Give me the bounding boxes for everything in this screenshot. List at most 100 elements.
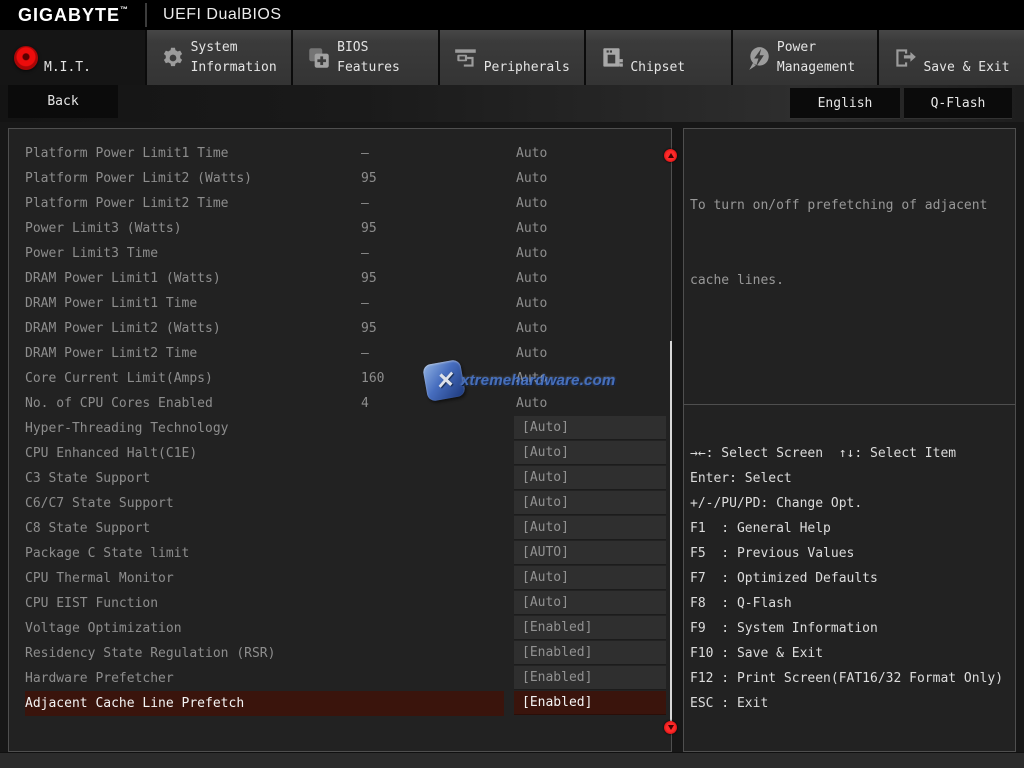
setting-label: Voltage Optimization xyxy=(25,616,504,641)
tab-power-management[interactable]: PowerManagement xyxy=(733,30,878,85)
tab-mit[interactable]: M.I.T. xyxy=(0,30,145,85)
setting-default-value: Auto xyxy=(516,316,547,341)
setting-label: C8 State Support xyxy=(25,516,504,541)
setting-label: Platform Power Limit2 (Watts) xyxy=(25,166,504,191)
qflash-button[interactable]: Q-Flash xyxy=(904,88,1012,119)
setting-value-box[interactable]: [Auto] xyxy=(514,566,666,590)
tab-chipset[interactable]: Chipset xyxy=(586,30,731,85)
setting-value-box[interactable]: [Enabled] xyxy=(514,666,666,690)
key-legend-line: F9 : System Information xyxy=(690,616,1013,641)
setting-current-value: 95 xyxy=(361,266,377,291)
setting-value-box[interactable]: [Enabled] xyxy=(514,691,666,715)
setting-label: C3 State Support xyxy=(25,466,504,491)
divider xyxy=(684,404,1015,405)
setting-label: CPU EIST Function xyxy=(25,591,504,616)
setting-value-box[interactable]: [Auto] xyxy=(514,466,666,490)
setting-default-value: Auto xyxy=(516,216,547,241)
main-menu-tabs: M.I.T. SystemInformation BIOSFeatures xyxy=(0,30,1024,85)
back-button[interactable]: Back xyxy=(8,85,118,118)
mit-indicator-icon xyxy=(8,30,44,85)
setting-row[interactable]: Power Limit3 (Watts)95Auto xyxy=(9,216,671,241)
setting-current-value: – xyxy=(361,291,369,316)
setting-label: Residency State Regulation (RSR) xyxy=(25,641,504,666)
tab-peripherals[interactable]: Peripherals xyxy=(440,30,585,85)
setting-row[interactable]: Core Current Limit(Amps)160Auto xyxy=(9,366,671,391)
setting-row[interactable]: CPU Thermal Monitor [Auto] xyxy=(9,566,671,591)
tab-label: Peripherals xyxy=(484,58,570,85)
setting-label: CPU Thermal Monitor xyxy=(25,566,504,591)
setting-value-box[interactable]: [Auto] xyxy=(514,591,666,615)
setting-default-value: Auto xyxy=(516,191,547,216)
setting-value-box[interactable]: [Auto] xyxy=(514,491,666,515)
setting-row[interactable]: C3 State Support [Auto] xyxy=(9,466,671,491)
setting-row[interactable]: No. of CPU Cores Enabled4Auto xyxy=(9,391,671,416)
setting-row[interactable]: Platform Power Limit2 (Watts)95Auto xyxy=(9,166,671,191)
setting-label: Platform Power Limit2 Time xyxy=(25,191,504,216)
setting-label: DRAM Power Limit2 Time xyxy=(25,341,504,366)
setting-row[interactable]: CPU Enhanced Halt(C1E) [Auto] xyxy=(9,441,671,466)
setting-label: Hyper-Threading Technology xyxy=(25,416,504,441)
setting-row[interactable]: DRAM Power Limit1 (Watts)95Auto xyxy=(9,266,671,291)
key-legend-line: +/-/PU/PD: Change Opt. xyxy=(690,491,1013,516)
setting-current-value: 95 xyxy=(361,316,377,341)
bios-features-icon xyxy=(301,30,337,85)
tab-save-exit[interactable]: Save & Exit xyxy=(879,30,1024,85)
setting-row[interactable]: Platform Power Limit2 Time–Auto xyxy=(9,191,671,216)
gear-icon xyxy=(155,30,191,85)
setting-current-value: – xyxy=(361,241,369,266)
settings-panel: Platform Power Limit1 Time–AutoPlatform … xyxy=(8,128,672,752)
setting-row[interactable]: DRAM Power Limit1 Time–Auto xyxy=(9,291,671,316)
setting-value-box[interactable]: [Auto] xyxy=(514,416,666,440)
tab-label: M.I.T. xyxy=(44,58,91,85)
setting-row[interactable]: Platform Power Limit1 Time–Auto xyxy=(9,141,671,166)
setting-row[interactable]: CPU EIST Function [Auto] xyxy=(9,591,671,616)
key-legend-line: F1 : General Help xyxy=(690,516,1013,541)
key-legend-line: Enter: Select xyxy=(690,466,1013,491)
scroll-down-icon[interactable] xyxy=(664,721,677,734)
setting-row[interactable]: DRAM Power Limit2 (Watts)95Auto xyxy=(9,316,671,341)
content-area: Platform Power Limit1 Time–AutoPlatform … xyxy=(0,122,1024,768)
setting-row[interactable]: DRAM Power Limit2 Time–Auto xyxy=(9,341,671,366)
divider xyxy=(145,3,147,27)
tab-system-information[interactable]: SystemInformation xyxy=(147,30,292,85)
key-legend-line: ESC : Exit xyxy=(690,691,1013,716)
setting-label: Core Current Limit(Amps) xyxy=(25,366,504,391)
setting-row[interactable]: Adjacent Cache Line Prefetch[Enabled] xyxy=(9,691,671,716)
language-button[interactable]: English xyxy=(790,88,900,119)
key-legend-line: F5 : Previous Values xyxy=(690,541,1013,566)
key-legend: →←: Select Screen ↑↓: Select ItemEnter: … xyxy=(690,441,1013,716)
setting-current-value: 160 xyxy=(361,366,384,391)
key-legend-line: F12 : Print Screen(FAT16/32 Format Only) xyxy=(690,666,1013,691)
peripherals-icon xyxy=(448,30,484,85)
scrollbar[interactable] xyxy=(670,341,672,723)
setting-row[interactable]: C6/C7 State Support [Auto] xyxy=(9,491,671,516)
setting-row[interactable]: Power Limit3 Time–Auto xyxy=(9,241,671,266)
setting-value-box[interactable]: [Enabled] xyxy=(514,616,666,640)
setting-label: C6/C7 State Support xyxy=(25,491,504,516)
setting-row[interactable]: C8 State Support [Auto] xyxy=(9,516,671,541)
settings-list: Platform Power Limit1 Time–AutoPlatform … xyxy=(9,141,671,716)
tab-label: PowerManagement xyxy=(777,38,855,85)
setting-label: Platform Power Limit1 Time xyxy=(25,141,504,166)
gigabyte-logo: GIGABYTE™ xyxy=(18,5,129,26)
setting-label: Hardware Prefetcher xyxy=(25,666,504,691)
setting-row[interactable]: Package C State limit[AUTO] xyxy=(9,541,671,566)
setting-row[interactable]: Hardware Prefetcher [Enabled] xyxy=(9,666,671,691)
setting-row[interactable]: Voltage Optimization [Enabled] xyxy=(9,616,671,641)
setting-row[interactable]: Residency State Regulation (RSR) [Enabled… xyxy=(9,641,671,666)
tab-bios-features[interactable]: BIOSFeatures xyxy=(293,30,438,85)
setting-value-box[interactable]: [Enabled] xyxy=(514,641,666,665)
setting-label: CPU Enhanced Halt(C1E) xyxy=(25,441,504,466)
setting-default-value: Auto xyxy=(516,166,547,191)
setting-label: DRAM Power Limit1 Time xyxy=(25,291,504,316)
setting-value-box[interactable]: [Auto] xyxy=(514,516,666,540)
page-title: UEFI DualBIOS xyxy=(163,6,282,24)
setting-default-value: Auto xyxy=(516,241,547,266)
setting-row[interactable]: Hyper-Threading Technology [Auto] xyxy=(9,416,671,441)
item-help-text: To turn on/off prefetching of adjacent c… xyxy=(684,129,1015,343)
setting-default-value: Auto xyxy=(516,266,547,291)
setting-value-box[interactable]: [AUTO] xyxy=(514,541,666,565)
tab-label: BIOSFeatures xyxy=(337,38,400,85)
setting-value-box[interactable]: [Auto] xyxy=(514,441,666,465)
scroll-up-icon[interactable] xyxy=(664,149,677,162)
